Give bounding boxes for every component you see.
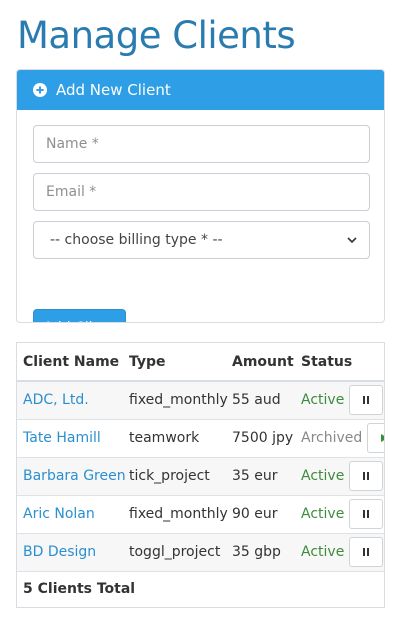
client-name-link[interactable]: Barbara Green (23, 468, 126, 484)
billing-type-select-value: -- choose billing type * -- (50, 232, 223, 248)
column-header-status[interactable]: Status (295, 343, 384, 382)
table-header-row: Client Name Type Amount Status (17, 343, 384, 382)
table-row: BD Design toggl_project 35 gbp Active (17, 532, 384, 571)
add-client-panel-heading: Add New Client (17, 70, 384, 110)
status-badge: Active (301, 468, 345, 484)
client-type: fixed_monthly (123, 380, 228, 419)
pause-button[interactable] (349, 537, 384, 567)
column-header-amount[interactable]: Amount (226, 343, 295, 382)
client-amount: 35 eur (226, 456, 295, 495)
clients-table-container: Client Name Type Amount Status ADC, Ltd.… (16, 342, 385, 608)
pause-icon (363, 472, 370, 480)
status-badge: Active (301, 506, 345, 522)
clients-table: Client Name Type Amount Status ADC, Ltd.… (17, 343, 384, 607)
status-badge: Archived (301, 430, 363, 446)
add-client-heading-label: Add New Client (56, 81, 171, 99)
table-row: ADC, Ltd. fixed_monthly 55 aud Active (17, 380, 384, 419)
pause-button[interactable] (349, 461, 384, 491)
client-amount: 7500 jpy (226, 418, 295, 457)
pause-icon (363, 548, 370, 556)
add-client-panel: Add New Client -- choose billing type * … (16, 69, 385, 323)
play-icon (381, 434, 384, 442)
client-type: toggl_project (123, 532, 226, 571)
table-row: Aric Nolan fixed_monthly 90 eur Active (17, 494, 384, 533)
pause-button[interactable] (349, 499, 384, 529)
status-badge: Active (301, 544, 345, 560)
pause-icon (363, 510, 370, 518)
column-header-type[interactable]: Type (123, 343, 226, 382)
play-button[interactable] (367, 423, 384, 453)
client-amount: 90 eur (226, 494, 295, 533)
clients-total: 5 Clients Total (17, 570, 384, 607)
name-input[interactable] (33, 125, 370, 163)
client-amount: 35 gbp (226, 532, 295, 571)
client-type: teamwork (123, 418, 226, 457)
billing-type-select[interactable]: -- choose billing type * -- (33, 221, 370, 259)
add-client-button[interactable]: Add Client (33, 309, 126, 322)
table-row: Barbara Green tick_project 35 eur Active (17, 456, 384, 495)
status-badge: Active (301, 392, 345, 409)
table-footer-row: 5 Clients Total (17, 570, 384, 607)
plus-circle-icon (33, 83, 47, 97)
pause-icon (363, 396, 370, 405)
client-type: tick_project (123, 456, 226, 495)
page-title: Manage Clients (17, 14, 296, 57)
table-row: Tate Hamill teamwork 7500 jpy Archived (17, 418, 384, 457)
client-name-link[interactable]: BD Design (23, 544, 96, 560)
chevron-down-icon (347, 237, 357, 244)
client-name-link[interactable]: Aric Nolan (23, 506, 95, 522)
client-amount: 55 aud (226, 380, 295, 419)
column-header-client-name[interactable]: Client Name (17, 343, 123, 382)
client-type: fixed_monthly (123, 494, 228, 533)
email-input[interactable] (33, 173, 370, 211)
client-name-link[interactable]: ADC, Ltd. (23, 392, 89, 408)
client-name-link[interactable]: Tate Hamill (23, 430, 101, 446)
pause-button[interactable] (349, 385, 384, 416)
